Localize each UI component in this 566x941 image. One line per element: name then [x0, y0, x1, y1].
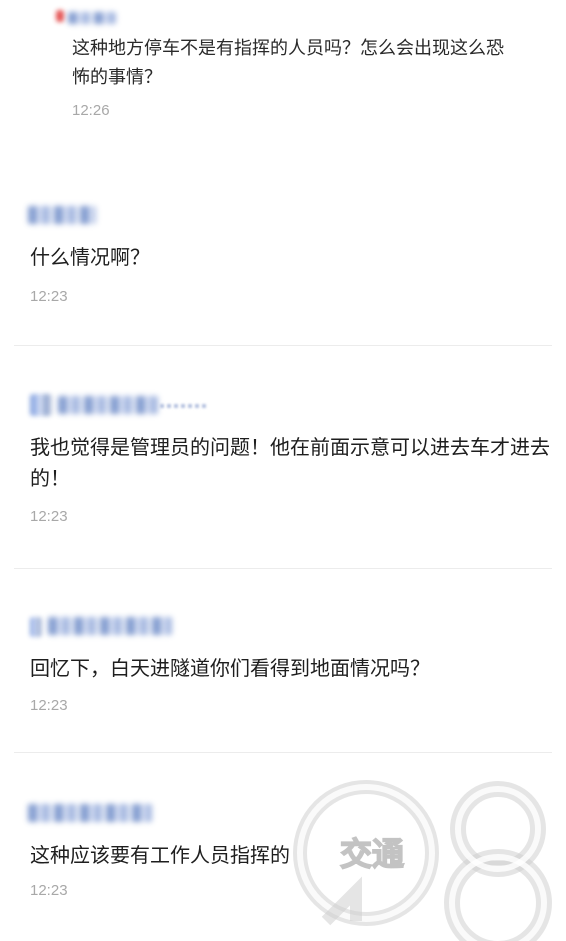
- comment-text: 我也觉得是管理员的问题！他在前面示意可以进去车才进去的！: [30, 435, 550, 490]
- username-blurred[interactable]: [68, 12, 116, 24]
- divider: [14, 345, 552, 346]
- reply-time: 12:26: [72, 102, 110, 119]
- comment-text: 什么情况啊？: [30, 245, 150, 269]
- comment-time: 12:23: [30, 508, 68, 525]
- username-blurred[interactable]: [28, 206, 96, 224]
- watermark-label: 交通: [340, 835, 404, 873]
- avatar[interactable]: [56, 10, 64, 22]
- username-blurred[interactable]: [58, 396, 158, 414]
- username-blurred[interactable]: [48, 617, 172, 635]
- username-blurred[interactable]: [28, 804, 152, 822]
- divider: [14, 568, 552, 569]
- avatar[interactable]: [30, 394, 52, 416]
- reply-text: 这种地方停车不是有指挥的人员吗？怎么会出现这么恐怖的事情？: [72, 38, 504, 88]
- comment-time: 12:23: [30, 882, 68, 899]
- avatar[interactable]: [30, 617, 42, 637]
- comment-item: 回忆下，白天进隧道你们看得到地面情况吗？ 12:23: [0, 605, 566, 755]
- watermark-logo: 交通: [293, 780, 552, 941]
- reply-item: 这种地方停车不是有指挥的人员吗？怎么会出现这么恐怖的事情？ 12:26: [0, 0, 566, 150]
- username-ellipsis-blurred: [160, 404, 206, 408]
- comment-item: 什么情况啊？ 12:23: [0, 190, 566, 340]
- divider: [14, 752, 552, 753]
- comment-time: 12:23: [30, 697, 68, 714]
- comment-item: 我也觉得是管理员的问题！他在前面示意可以进去车才进去的！ 12:23: [0, 380, 566, 560]
- comment-text: 回忆下，白天进隧道你们看得到地面情况吗？: [30, 656, 430, 680]
- comment-time: 12:23: [30, 288, 68, 305]
